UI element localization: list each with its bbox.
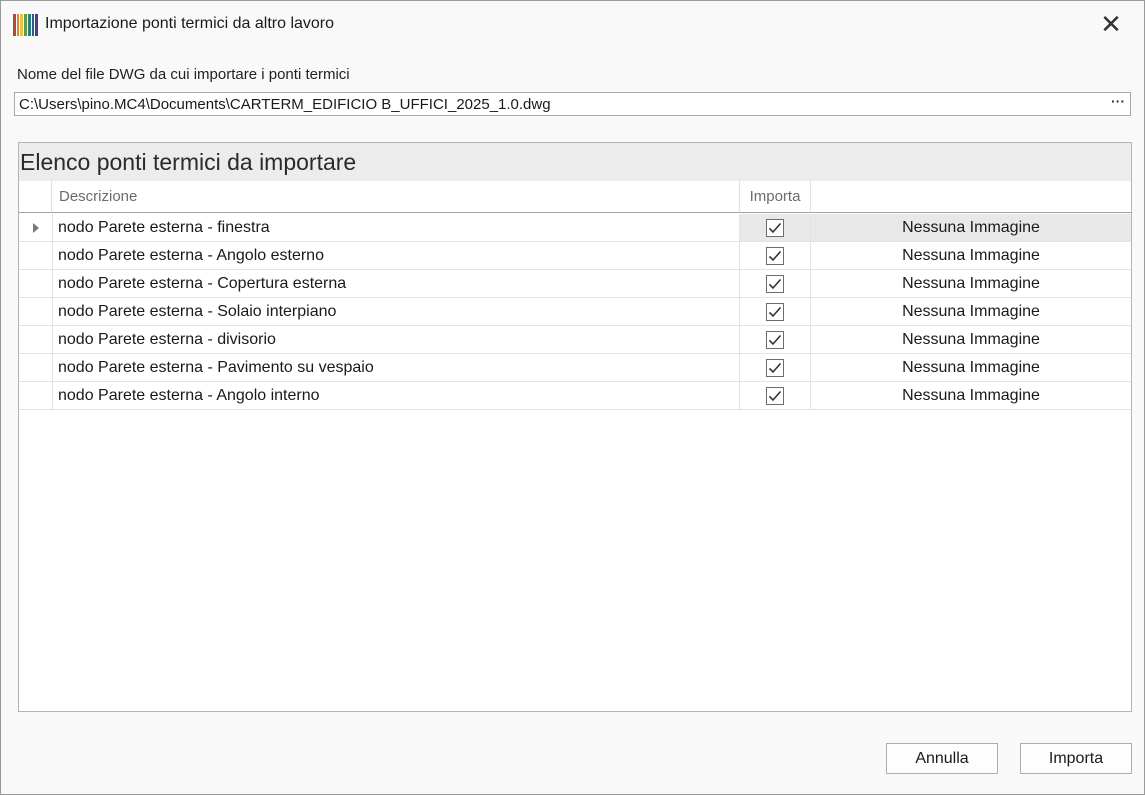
- browse-button[interactable]: ···: [1108, 94, 1128, 114]
- thermal-bridges-grid: Elenco ponti termici da importare Descri…: [18, 142, 1132, 712]
- cancel-button[interactable]: Annulla: [886, 743, 998, 774]
- row-indicator-header: [19, 181, 52, 213]
- import-checkbox[interactable]: [766, 386, 784, 405]
- app-logo-stripe: [16, 14, 20, 36]
- import-dialog: Importazione ponti termici da altro lavo…: [0, 0, 1145, 795]
- description-cell[interactable]: nodo Parete esterna - Pavimento su vespa…: [52, 354, 740, 381]
- title-bar[interactable]: Importazione ponti termici da altro lavo…: [1, 1, 1144, 47]
- checkmark-icon: [768, 306, 782, 317]
- description-cell[interactable]: nodo Parete esterna - Copertura esterna: [52, 270, 740, 297]
- image-cell[interactable]: Nessuna Immagine: [811, 354, 1131, 381]
- row-indicator[interactable]: [19, 242, 52, 269]
- import-checkbox[interactable]: [766, 358, 784, 377]
- image-cell[interactable]: Nessuna Immagine: [811, 298, 1131, 325]
- row-indicator[interactable]: [19, 214, 52, 241]
- checkmark-icon: [768, 362, 782, 373]
- description-cell[interactable]: nodo Parete esterna - finestra: [52, 214, 740, 241]
- import-checkbox[interactable]: [766, 274, 784, 293]
- table-row[interactable]: nodo Parete esterna - Pavimento su vespa…: [19, 354, 1131, 382]
- app-logo-icon: [13, 14, 39, 36]
- app-logo-stripe: [35, 14, 39, 36]
- description-cell[interactable]: nodo Parete esterna - divisorio: [52, 326, 740, 353]
- checkmark-icon: [768, 334, 782, 345]
- table-row[interactable]: nodo Parete esterna - Solaio interpiano N…: [19, 298, 1131, 326]
- image-cell[interactable]: Nessuna Immagine: [811, 382, 1131, 409]
- import-cell: [740, 270, 811, 297]
- current-row-arrow-icon: [33, 223, 39, 233]
- row-indicator[interactable]: [19, 298, 52, 325]
- table-row[interactable]: nodo Parete esterna - divisorio Nessuna I…: [19, 326, 1131, 354]
- app-logo-stripe: [20, 14, 24, 36]
- close-button[interactable]: ✕: [1078, 1, 1144, 47]
- import-cell: [740, 214, 811, 241]
- grid-rows: nodo Parete esterna - finestra Nessuna Im…: [19, 214, 1131, 410]
- import-button[interactable]: Importa: [1020, 743, 1132, 774]
- row-indicator[interactable]: [19, 326, 52, 353]
- checkmark-icon: [768, 390, 782, 401]
- row-indicator[interactable]: [19, 354, 52, 381]
- window-title: Importazione ponti termici da altro lavo…: [45, 15, 335, 32]
- import-cell: [740, 242, 811, 269]
- column-header-image[interactable]: [811, 181, 1131, 213]
- row-indicator[interactable]: [19, 270, 52, 297]
- table-row[interactable]: nodo Parete esterna - finestra Nessuna Im…: [19, 214, 1131, 242]
- import-checkbox[interactable]: [766, 246, 784, 265]
- import-cell: [740, 354, 811, 381]
- file-path-field[interactable]: C:\Users\pino.MC4\Documents\CARTERM_EDIF…: [14, 92, 1131, 116]
- column-header-import[interactable]: Importa: [740, 181, 811, 213]
- import-checkbox[interactable]: [766, 330, 784, 349]
- column-header-description[interactable]: Descrizione: [52, 181, 740, 213]
- description-cell[interactable]: nodo Parete esterna - Angolo interno: [52, 382, 740, 409]
- checkmark-icon: [768, 250, 782, 261]
- description-cell[interactable]: nodo Parete esterna - Solaio interpiano: [52, 298, 740, 325]
- image-cell[interactable]: Nessuna Immagine: [811, 214, 1131, 241]
- file-path-value[interactable]: C:\Users\pino.MC4\Documents\CARTERM_EDIF…: [19, 96, 551, 113]
- app-logo-stripe: [31, 14, 35, 36]
- import-cell: [740, 326, 811, 353]
- import-checkbox[interactable]: [766, 218, 784, 237]
- app-logo-stripe: [24, 14, 27, 36]
- image-cell[interactable]: Nessuna Immagine: [811, 326, 1131, 353]
- image-cell[interactable]: Nessuna Immagine: [811, 242, 1131, 269]
- table-row[interactable]: nodo Parete esterna - Angolo interno Ness…: [19, 382, 1131, 410]
- checkmark-icon: [768, 278, 782, 289]
- row-indicator[interactable]: [19, 382, 52, 409]
- description-cell[interactable]: nodo Parete esterna - Angolo esterno: [52, 242, 740, 269]
- table-row[interactable]: nodo Parete esterna - Angolo esterno Ness…: [19, 242, 1131, 270]
- app-logo-stripe: [13, 14, 16, 36]
- table-row[interactable]: nodo Parete esterna - Copertura esterna N…: [19, 270, 1131, 298]
- import-checkbox[interactable]: [766, 302, 784, 321]
- file-field-label: Nome del file DWG da cui importare i pon…: [17, 66, 350, 83]
- close-icon: ✕: [1100, 8, 1122, 39]
- checkmark-icon: [768, 222, 782, 233]
- import-cell: [740, 298, 811, 325]
- image-cell[interactable]: Nessuna Immagine: [811, 270, 1131, 297]
- app-logo-stripe: [27, 14, 31, 36]
- grid-title: Elenco ponti termici da importare: [19, 143, 1131, 181]
- import-cell: [740, 382, 811, 409]
